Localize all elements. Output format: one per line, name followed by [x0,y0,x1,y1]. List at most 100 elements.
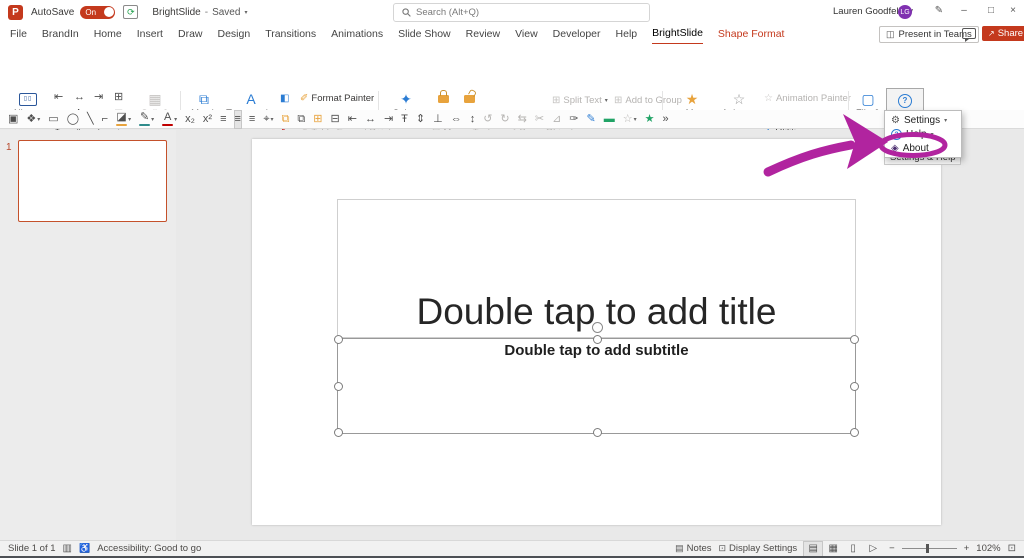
align-right-icon[interactable]: ⇥ [94,90,112,105]
send-to-back-icon[interactable]: ⊟ [331,111,340,128]
merge-shapes-icon[interactable]: ⊿ [552,111,561,128]
align-text-right-icon[interactable]: ≡ [249,111,255,128]
resize-handle-sw[interactable] [334,428,343,437]
shapes-icon[interactable]: ❖ ▾ [26,111,40,128]
distribute-horizontal-icon[interactable]: ⇔ [451,111,462,128]
menu-item-help[interactable]: ? Help ▾ [885,127,961,141]
rotate-right-icon[interactable]: ↻ [500,111,509,128]
ink-pen-icon[interactable]: ✎ [587,111,596,128]
slide-indicator[interactable]: Slide 1 of 1 [8,543,56,554]
align-center-icon[interactable]: ↔ [74,90,92,105]
resize-handle-n[interactable] [592,335,602,344]
animation-painter-button[interactable]: ☆ Animation Painter [764,91,851,106]
save-icon[interactable]: ⟳ [123,5,139,19]
fit-slide-button[interactable]: ⊡ [1008,543,1016,554]
lock-icon[interactable] [438,90,449,106]
tab-animations[interactable]: Animations [331,24,383,44]
align-text-left-icon[interactable]: ≡ [220,111,226,128]
reading-view-button[interactable]: ▯ [844,542,862,556]
share-button[interactable]: ↗ Share [982,26,1024,41]
elbow-connector-icon[interactable]: ⌐ [102,111,108,128]
tab-design[interactable]: Design [218,24,251,44]
oval-icon[interactable]: ◯ [67,111,79,128]
tab-brandin[interactable]: BrandIn [42,24,79,44]
align-objects-left-icon[interactable]: ⇤ [348,111,357,128]
align-objects-bottom-icon[interactable]: ⊥ [433,111,443,128]
distribute-grid-icon[interactable]: ⊞ [114,90,132,105]
align-objects-right-icon[interactable]: ⇥ [384,111,393,128]
resize-handle-se[interactable] [850,428,859,437]
more-tools-icon[interactable]: » [663,111,669,128]
zoom-level[interactable]: 102% [976,543,1000,554]
tab-view[interactable]: View [515,24,538,44]
insert-textbox-icon[interactable]: ▣ [8,111,18,128]
resize-handle-nw[interactable] [334,335,343,344]
maximize-button[interactable]: □ [982,5,1000,16]
tab-help[interactable]: Help [616,24,638,44]
proofing-icon[interactable]: ▥ [63,543,72,554]
align-objects-center-icon[interactable]: ↔ [365,111,376,128]
document-title[interactable]: BrightSlide - Saved ▾ [152,7,247,18]
rectangle-icon[interactable]: ▭ [48,111,58,128]
zoom-out-button[interactable]: − [889,543,895,554]
zoom-slider[interactable] [901,544,957,553]
font-color-icon[interactable]: A ▾ [162,111,177,128]
powerpoint-app-icon[interactable]: P [8,4,23,20]
tab-brightslide[interactable]: BrightSlide [652,23,703,45]
menu-item-about[interactable]: ◈ About [885,141,961,155]
tab-file[interactable]: File [10,24,27,44]
fill-color-icon[interactable]: ◪ ▾ [116,111,131,128]
ink-icon[interactable]: ✎ [930,5,948,16]
display-settings-button[interactable]: ⊡ Display Settings [719,543,798,554]
rotate-handle[interactable] [591,322,603,333]
rotate-left-icon[interactable]: ↺ [483,111,492,128]
minimize-button[interactable]: – [955,5,973,16]
tab-home[interactable]: Home [94,24,122,44]
title-placeholder[interactable]: Double tap to add title [337,199,856,338]
unlock-icon[interactable] [464,88,477,106]
send-backward-icon[interactable]: ⧉ [297,111,305,128]
close-button[interactable]: × [1004,5,1022,16]
tab-transitions[interactable]: Transitions [265,24,316,44]
tab-shape-format[interactable]: Shape Format [718,24,785,44]
menu-item-settings[interactable]: ⚙ Settings ▾ [885,113,961,127]
favorites-dropdown-icon[interactable]: ☆ ▾ [623,111,637,128]
format-painter-button[interactable]: ✐ Format Painter [300,91,374,106]
resize-handle-ne[interactable] [850,335,859,344]
copy-fill-button[interactable]: ◧ [280,91,289,106]
crop-icon[interactable]: ✂ [535,111,544,128]
subscript-icon[interactable]: x₂ [185,111,195,128]
resize-handle-e[interactable] [850,382,859,391]
comments-icon[interactable] [962,28,976,42]
line-icon[interactable]: ╲ [87,111,94,128]
bring-to-front-icon[interactable]: ⊞ [313,111,322,128]
tab-developer[interactable]: Developer [553,24,601,44]
avatar[interactable]: LG [898,5,912,19]
normal-view-button[interactable]: ▤ [803,540,824,557]
resize-handle-s[interactable] [592,428,602,437]
align-objects-middle-icon[interactable]: ⇕ [416,111,425,128]
accessibility-status[interactable]: Accessibility: Good to go [97,543,201,554]
favorites-icon[interactable]: ★ [645,111,655,128]
tab-draw[interactable]: Draw [178,24,203,44]
flip-icon[interactable]: ⇆ [518,111,527,128]
laser-pointer-icon[interactable]: ▬ [604,111,615,128]
outline-color-icon[interactable]: ✎ ▾ [139,111,154,128]
search-input[interactable]: Search (Alt+Q) [393,3,650,22]
slide-canvas[interactable]: Double tap to add title Double tap to ad… [252,139,941,525]
tab-review[interactable]: Review [466,24,500,44]
align-left-icon[interactable]: ⇤ [54,90,72,105]
rotate-text-icon[interactable]: Ŧ [401,111,408,128]
zoom-slider-thumb[interactable] [926,544,930,553]
slide-thumbnail[interactable] [18,140,167,222]
zoom-in-button[interactable]: + [964,543,970,554]
resize-handle-w[interactable] [334,382,343,391]
align-text-center-icon[interactable]: ≡ [233,109,242,129]
bring-forward-icon[interactable]: ⧉ [282,111,290,128]
tab-insert[interactable]: Insert [137,24,163,44]
slide-sorter-button[interactable]: ▦ [824,542,842,556]
slideshow-button[interactable]: ▷ [864,542,882,556]
size-position-icon[interactable]: ⌖ ▾ [263,111,273,128]
superscript-icon[interactable]: x² [203,111,212,128]
eyedropper-icon[interactable]: ✑ [569,111,578,128]
